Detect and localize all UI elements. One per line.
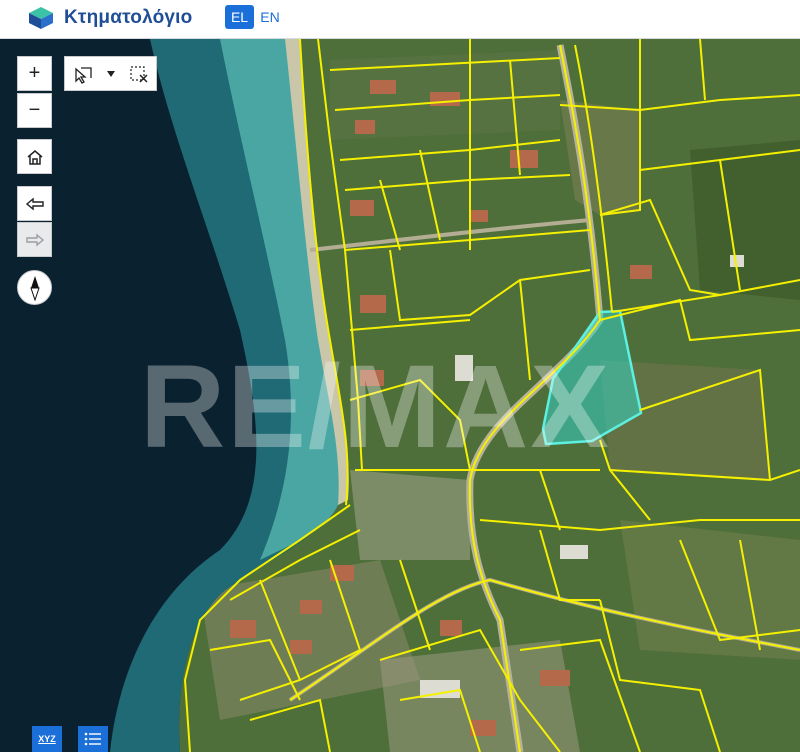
clear-selection-button[interactable] <box>125 57 153 90</box>
zoom-in-button[interactable]: + <box>17 56 52 91</box>
layers-list-button[interactable] <box>78 726 108 752</box>
compass-icon <box>29 275 40 301</box>
forward-button[interactable] <box>17 222 52 257</box>
top-bar: Κτηματολόγιο EL EN <box>0 0 800 39</box>
coordinates-button[interactable]: XYZ <box>32 726 62 752</box>
caret-down-icon <box>107 70 115 77</box>
select-dropdown-button[interactable] <box>101 57 121 90</box>
list-icon <box>84 732 101 746</box>
home-icon <box>27 149 42 165</box>
coordinates-label: XYZ <box>38 733 56 744</box>
language-el-button[interactable]: EL <box>225 5 254 29</box>
arrow-right-icon <box>25 233 44 246</box>
language-en-button[interactable]: EN <box>258 5 282 29</box>
brand-title[interactable]: Κτηματολόγιο <box>64 7 192 29</box>
select-tool-button[interactable] <box>69 57 97 90</box>
clear-selection-icon <box>130 65 148 83</box>
map-canvas[interactable]: RE/MAX <box>0 39 800 752</box>
selection-toolbar <box>64 56 157 91</box>
cadastre-logo-icon <box>29 7 53 29</box>
back-button[interactable] <box>17 186 52 221</box>
arrow-left-icon <box>25 197 44 210</box>
home-button[interactable] <box>17 139 52 174</box>
pointer-select-icon <box>75 66 92 84</box>
compass-button[interactable] <box>17 270 52 305</box>
satellite-map <box>0 39 800 752</box>
zoom-out-button[interactable]: − <box>17 93 52 128</box>
